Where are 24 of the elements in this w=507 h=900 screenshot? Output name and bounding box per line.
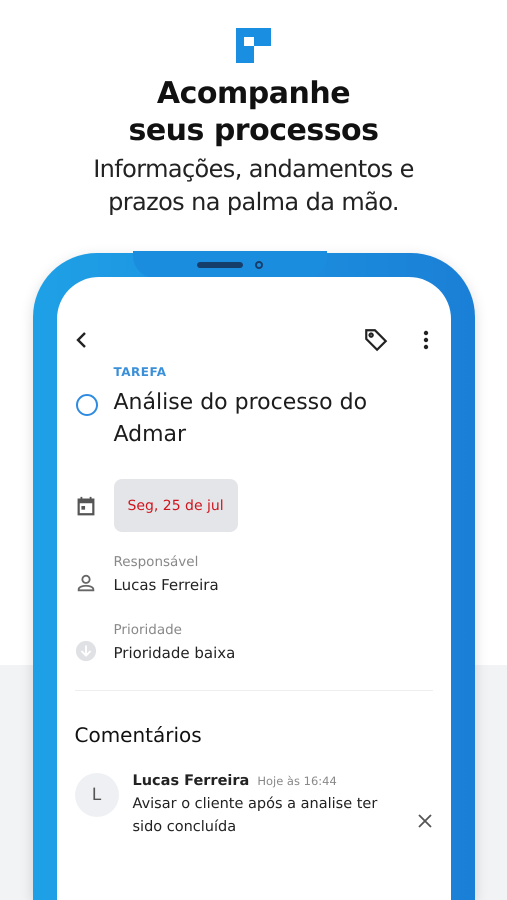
camera-icon: [254, 260, 262, 268]
speaker-icon: [196, 262, 242, 268]
subtitle: Informações, andamentos e prazos na palma da mão.: [92, 154, 415, 218]
close-button[interactable]: [416, 813, 432, 829]
comment-text: Avisar o cliente após a analise ter sido concluída: [132, 795, 378, 837]
unchecked-circle[interactable]: [74, 393, 98, 417]
headline: Acompanhe seus processos: [127, 75, 380, 149]
task-title: Análise do processo do Admar: [114, 389, 368, 449]
logo-icon: [236, 28, 271, 63]
category-label: TAREFA: [114, 365, 168, 379]
field-label: Prioridade: [114, 622, 183, 638]
comment-author: Lucas Ferreira: [132, 773, 250, 789]
more-button[interactable]: [422, 330, 428, 350]
comment-time: Hoje às 16:44: [257, 774, 337, 788]
field-value: Lucas Ferreira: [114, 576, 219, 594]
avatar: L: [74, 773, 118, 817]
field-label: Responsável: [114, 554, 200, 570]
back-button[interactable]: [74, 330, 88, 350]
field-value: Prioridade baixa: [114, 644, 236, 662]
arrow-down-icon: [74, 640, 96, 662]
calendar-icon: [74, 494, 96, 516]
tag-button[interactable]: [362, 327, 388, 353]
due-date-chip[interactable]: Seg, 25 de jul: [114, 479, 238, 532]
comments-heading: Comentários: [74, 723, 203, 747]
